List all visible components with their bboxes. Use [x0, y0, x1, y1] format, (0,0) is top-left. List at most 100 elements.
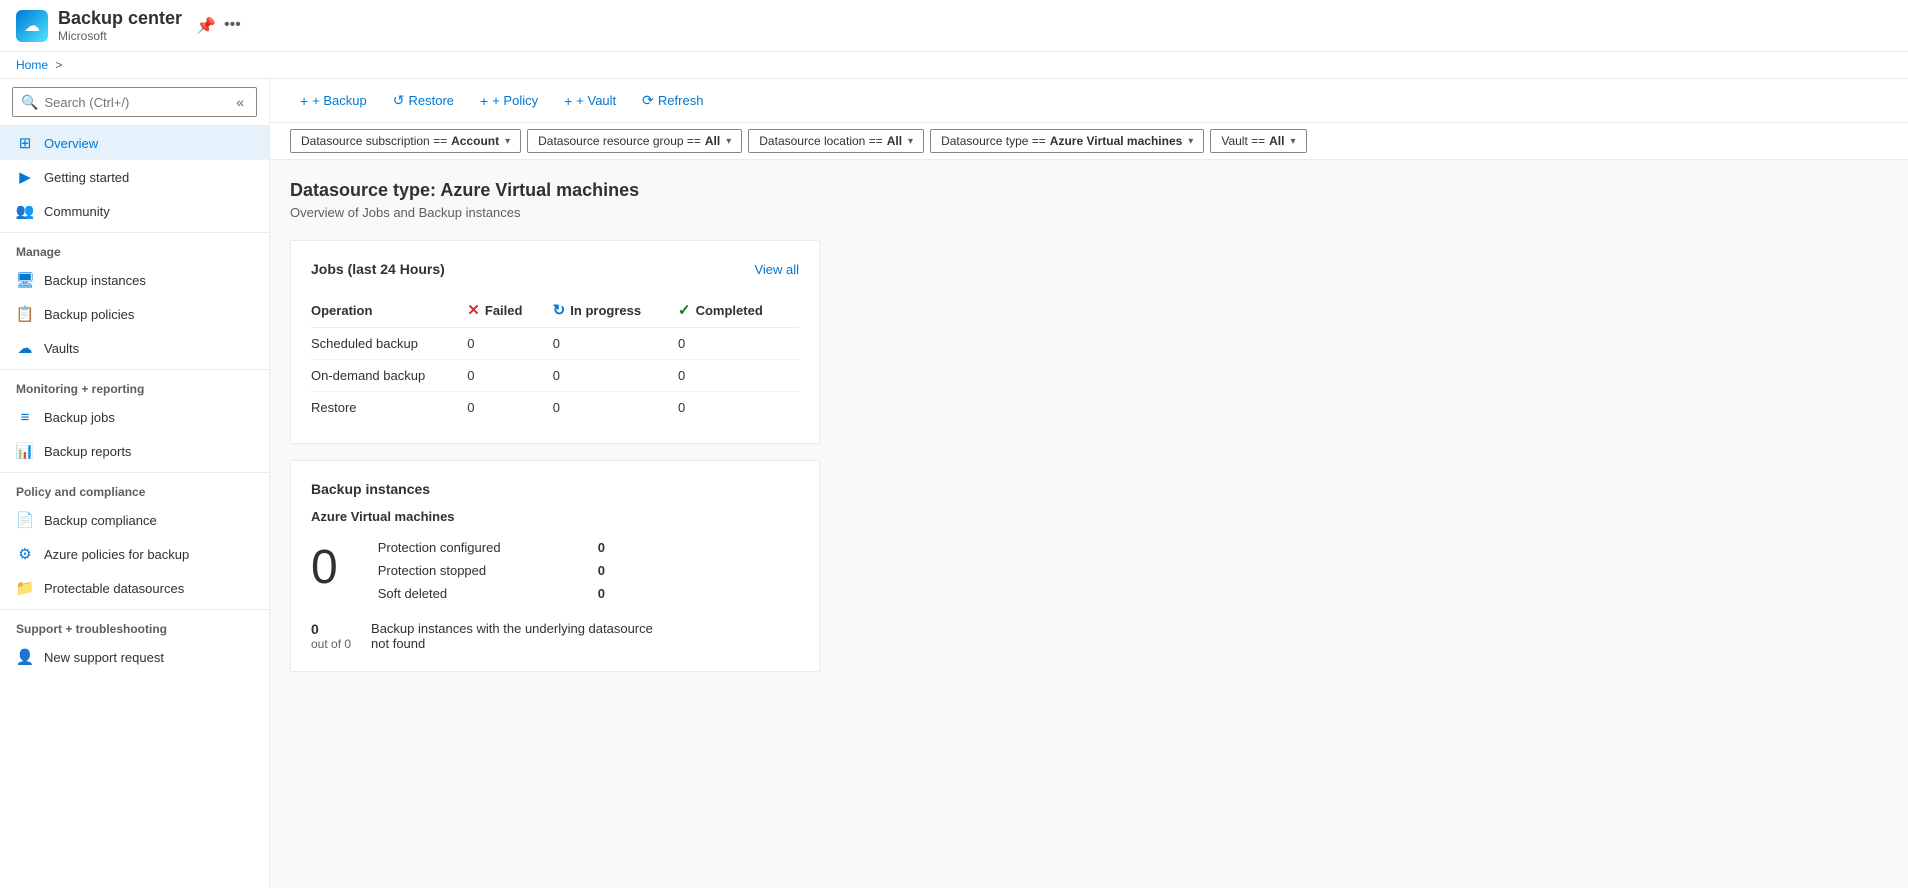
stat-value-1: 0 — [598, 563, 605, 578]
stat-value-2: 0 — [598, 586, 605, 601]
in-progress-icon: ↻ — [553, 301, 566, 319]
filter-rg-text: Datasource resource group == — [538, 134, 701, 148]
sidebar-item-backup-compliance[interactable]: 📄 Backup compliance — [0, 503, 269, 537]
filter-vault[interactable]: Vault == All ▾ — [1210, 129, 1306, 153]
search-input[interactable] — [44, 95, 226, 110]
community-icon: 👥 — [16, 202, 34, 220]
col-failed-label: Failed — [485, 303, 523, 318]
filter-loc-text: Datasource location == — [759, 134, 882, 148]
sidebar-label-vaults: Vaults — [44, 341, 79, 356]
jobs-view-all-link[interactable]: View all — [754, 262, 799, 277]
row0-completed: 0 — [678, 328, 799, 360]
sidebar-label-protectable: Protectable datasources — [44, 581, 184, 596]
refresh-icon: ⟳ — [642, 92, 654, 109]
sidebar-label-backup-policies: Backup policies — [44, 307, 134, 322]
filter-subscription[interactable]: Datasource subscription == Account ▾ — [290, 129, 521, 153]
row1-completed: 0 — [678, 360, 799, 392]
sidebar-item-backup-reports[interactable]: 📊 Backup reports — [0, 434, 269, 468]
col-operation: Operation — [311, 293, 467, 328]
protectable-icon: 📁 — [16, 579, 34, 597]
backup-plus-icon: + — [300, 93, 308, 109]
refresh-button[interactable]: ⟳ Refresh — [632, 87, 713, 114]
vaults-icon: ☁ — [16, 339, 34, 357]
app-title: Backup center Microsoft — [58, 8, 182, 43]
filter-vault-value: All — [1269, 134, 1284, 148]
breadcrumb-separator: > — [55, 58, 62, 72]
top-bar-icons: 📌 ••• — [196, 16, 241, 36]
backup-compliance-icon: 📄 — [16, 511, 34, 529]
policy-button[interactable]: + + Policy — [470, 88, 548, 114]
filter-rg-value: All — [705, 134, 720, 148]
vault-button-label: + Vault — [576, 93, 616, 108]
toolbar: + + Backup ↺ Restore + + Policy + + Vaul… — [270, 79, 1908, 123]
sidebar-item-support-request[interactable]: 👤 New support request — [0, 640, 269, 674]
sidebar-label-backup-compliance: Backup compliance — [44, 513, 157, 528]
sidebar-label-community: Community — [44, 204, 110, 219]
breadcrumb-home[interactable]: Home — [16, 58, 48, 72]
content-area: + + Backup ↺ Restore + + Policy + + Vaul… — [270, 79, 1908, 888]
table-row: On-demand backup 0 0 0 — [311, 360, 799, 392]
stat-row-protection-stopped: Protection stopped 0 — [378, 563, 605, 578]
page-content: Datasource type: Azure Virtual machines … — [270, 160, 1908, 888]
app-icon: ☁ — [16, 10, 48, 42]
sidebar-item-overview[interactable]: ⊞ Overview — [0, 126, 269, 160]
col-completed: ✓ Completed — [678, 293, 799, 328]
app-subtitle: Microsoft — [58, 29, 182, 43]
backup-button[interactable]: + + Backup — [290, 88, 377, 114]
row1-in-progress: 0 — [553, 360, 678, 392]
restore-button[interactable]: ↺ Restore — [383, 87, 464, 114]
filter-location[interactable]: Datasource location == All ▾ — [748, 129, 924, 153]
vault-button[interactable]: + + Vault — [554, 88, 626, 114]
azure-policies-icon: ⚙ — [16, 545, 34, 563]
col-failed: ✕ Failed — [467, 293, 552, 328]
filter-location-chevron: ▾ — [908, 136, 913, 147]
sidebar-item-vaults[interactable]: ☁ Vaults — [0, 331, 269, 365]
table-row: Scheduled backup 0 0 0 — [311, 328, 799, 360]
sidebar-item-community[interactable]: 👥 Community — [0, 194, 269, 228]
stat-row-soft-deleted: Soft deleted 0 — [378, 586, 605, 601]
filter-type-value: Azure Virtual machines — [1050, 134, 1183, 148]
instances-bottom: 0 out of 0 Backup instances with the und… — [311, 621, 799, 651]
backup-policies-icon: 📋 — [16, 305, 34, 323]
section-policy: Policy and compliance — [0, 472, 269, 503]
jobs-card-title: Jobs (last 24 Hours) — [311, 261, 445, 277]
section-monitoring: Monitoring + reporting — [0, 369, 269, 400]
policy-plus-icon: + — [480, 93, 488, 109]
sidebar-item-protectable-datasources[interactable]: 📁 Protectable datasources — [0, 571, 269, 605]
sidebar-item-backup-policies[interactable]: 📋 Backup policies — [0, 297, 269, 331]
getting-started-icon: ▶ — [16, 168, 34, 186]
sidebar-item-backup-instances[interactable]: 🖥 Backup instances — [0, 263, 269, 297]
sidebar-item-getting-started[interactable]: ▶ Getting started — [0, 160, 269, 194]
pin-icon[interactable]: 📌 — [196, 16, 216, 36]
row1-operation: On-demand backup — [311, 360, 467, 392]
col-in-progress: ↻ In progress — [553, 293, 678, 328]
support-icon: 👤 — [16, 648, 34, 666]
sidebar-label-backup-jobs: Backup jobs — [44, 410, 115, 425]
filter-subscription-value: Account — [451, 134, 499, 148]
row2-in-progress: 0 — [553, 392, 678, 424]
app-title-text: Backup center — [58, 8, 182, 29]
search-box: 🔍 « — [0, 79, 269, 126]
collapse-button[interactable]: « — [232, 92, 248, 112]
stat-row-protection-configured: Protection configured 0 — [378, 540, 605, 555]
backup-instances-card: Backup instances Azure Virtual machines … — [290, 460, 820, 672]
instances-grid: 0 Protection configured 0 Protection sto… — [311, 540, 799, 601]
completed-icon: ✓ — [678, 301, 691, 319]
row1-failed: 0 — [467, 360, 552, 392]
backup-jobs-icon: ≡ — [16, 408, 34, 426]
row0-in-progress: 0 — [553, 328, 678, 360]
overview-icon: ⊞ — [16, 134, 34, 152]
filter-type-chevron: ▾ — [1188, 136, 1193, 147]
filter-vault-text: Vault == — [1221, 134, 1265, 148]
stat-label-2: Soft deleted — [378, 586, 578, 601]
more-icon[interactable]: ••• — [224, 16, 241, 36]
sidebar-item-azure-policies[interactable]: ⚙ Azure policies for backup — [0, 537, 269, 571]
instances-stats: Protection configured 0 Protection stopp… — [378, 540, 605, 601]
sidebar-item-backup-jobs[interactable]: ≡ Backup jobs — [0, 400, 269, 434]
filter-bar: Datasource subscription == Account ▾ Dat… — [270, 123, 1908, 160]
filter-resource-group[interactable]: Datasource resource group == All ▾ — [527, 129, 742, 153]
filter-datasource-type[interactable]: Datasource type == Azure Virtual machine… — [930, 129, 1204, 153]
refresh-button-label: Refresh — [658, 93, 704, 108]
col-in-progress-label: In progress — [570, 303, 641, 318]
backup-instances-icon: 🖥 — [16, 271, 34, 289]
